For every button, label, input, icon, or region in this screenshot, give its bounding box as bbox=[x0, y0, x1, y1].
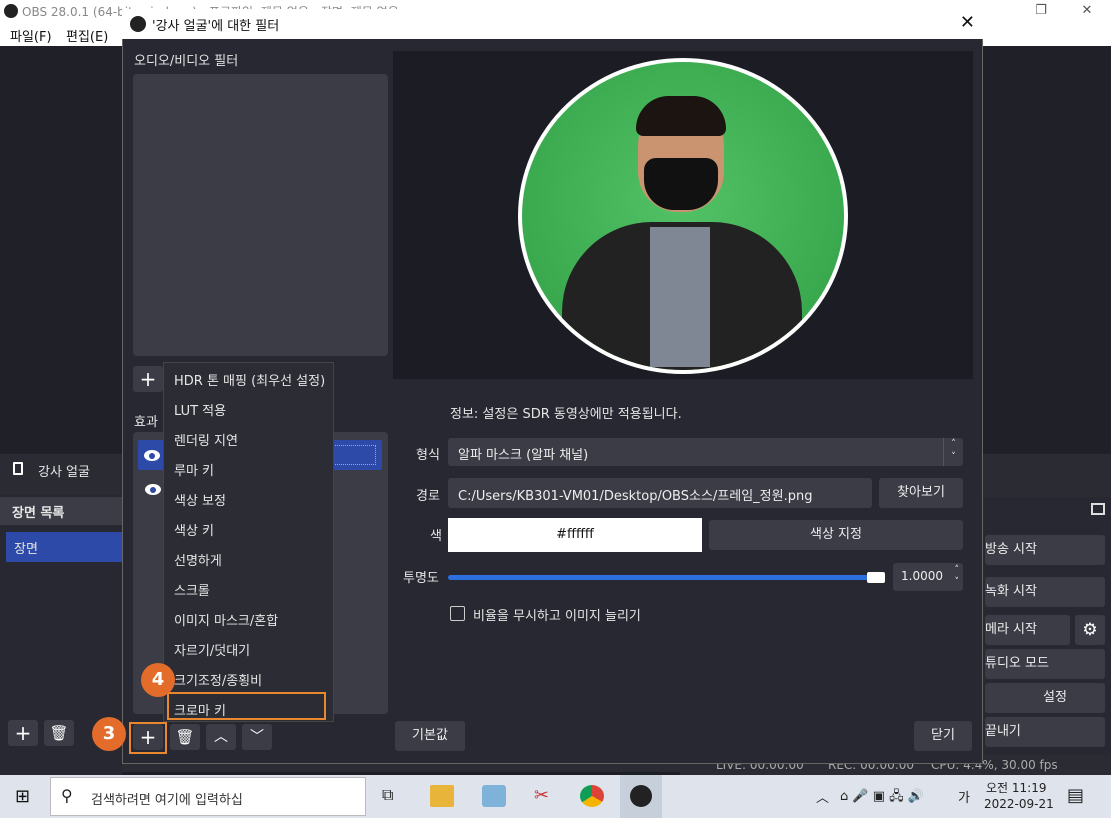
studio-mode-button[interactable]: 튜디오 모드 bbox=[985, 649, 1105, 679]
close-icon[interactable]: ✕ bbox=[1064, 0, 1110, 22]
browse-button[interactable]: 찾아보기 bbox=[879, 478, 963, 508]
notification-icon[interactable]: ▤ bbox=[1067, 785, 1084, 806]
chrome-icon[interactable] bbox=[580, 785, 604, 807]
start-stream-button[interactable]: 방송 시작 bbox=[985, 535, 1105, 565]
opacity-slider-handle[interactable] bbox=[867, 572, 885, 583]
menu-item[interactable]: 색상 키 bbox=[174, 520, 214, 539]
file-icon bbox=[13, 462, 23, 475]
add-filter-menu: HDR 톤 매핑 (최우선 설정) LUT 적용 렌더링 지연 루마 키 색상 … bbox=[163, 362, 334, 722]
step-badge: 4 bbox=[141, 663, 175, 697]
menu-item[interactable]: 루마 키 bbox=[174, 460, 214, 479]
av-filter-list[interactable] bbox=[133, 74, 388, 356]
format-select[interactable]: 알파 마스크 (알파 채널) ˄ ˅ bbox=[448, 438, 963, 466]
start-record-button[interactable]: 녹화 시작 bbox=[985, 577, 1105, 607]
format-label: 형식 bbox=[416, 448, 440, 463]
menu-item[interactable]: 렌더링 지연 bbox=[174, 430, 238, 449]
stretch-checkbox[interactable] bbox=[450, 606, 465, 621]
search-icon: ⚲ bbox=[61, 786, 73, 805]
highlight-box bbox=[129, 722, 167, 754]
menu-item[interactable]: LUT 적용 bbox=[174, 400, 226, 419]
menu-item[interactable]: HDR 톤 매핑 (최우선 설정) bbox=[174, 370, 325, 389]
close-icon[interactable]: ✕ bbox=[960, 12, 975, 33]
highlight-box bbox=[167, 692, 326, 720]
restore-icon[interactable]: ❐ bbox=[1018, 0, 1064, 22]
move-up-button[interactable]: ︿ bbox=[206, 724, 236, 750]
move-down-button[interactable]: ﹀ bbox=[242, 724, 272, 750]
dialog-titlebar: '강사 얼굴'에 대한 필터 ✕ bbox=[122, 9, 983, 39]
opacity-slider[interactable] bbox=[448, 575, 878, 580]
snipping-tool-icon[interactable]: ✂ bbox=[534, 785, 558, 807]
taskbar-search[interactable]: ⚲ 검색하려면 여기에 입력하십 bbox=[50, 777, 366, 816]
obs-icon bbox=[630, 785, 652, 807]
stretch-checkbox-label: 비율을 무시하고 이미지 늘리기 bbox=[473, 609, 641, 624]
person-mask bbox=[644, 158, 718, 210]
opacity-spinbox[interactable]: 1.0000 ˄ ˅ bbox=[893, 563, 963, 591]
clock-time[interactable]: 오전 11:19 bbox=[986, 779, 1046, 796]
obs-taskbar-active[interactable] bbox=[620, 775, 662, 818]
dialog-title: '강사 얼굴'에 대한 필터 bbox=[152, 19, 280, 34]
info-text: 정보: 설정은 SDR 동영상에만 적용됩니다. bbox=[450, 407, 682, 422]
windows-taskbar: ⊞ ⚲ 검색하려면 여기에 입력하십 ⧉ ✂ ︿ ⌂ 🎤 ▣ 🖧 🔊 가 오전 … bbox=[0, 775, 1111, 818]
delete-scene-button[interactable]: 🗑 bbox=[44, 720, 74, 746]
eye-icon[interactable] bbox=[145, 484, 161, 495]
tray-icons[interactable]: ⌂ 🎤 ▣ 🖧 🔊 bbox=[840, 787, 924, 809]
color-pick-button[interactable]: 색상 지정 bbox=[709, 520, 963, 550]
person-hair bbox=[636, 96, 726, 136]
eye-icon[interactable] bbox=[144, 450, 160, 461]
color-label: 색 bbox=[430, 529, 442, 544]
defaults-button[interactable]: 기본값 bbox=[395, 721, 465, 751]
scene-list-header: 장면 목록 bbox=[0, 497, 122, 525]
chevron-updown-icon: ˄ ˅ bbox=[954, 565, 960, 587]
av-filter-label: 오디오/비디오 필터 bbox=[134, 54, 239, 69]
menu-file[interactable]: 파일(F) bbox=[10, 26, 52, 45]
menu-edit[interactable]: 편집(E) bbox=[66, 26, 108, 45]
menu-item[interactable]: 선명하게 bbox=[174, 550, 222, 569]
add-av-filter-button[interactable]: + bbox=[133, 366, 163, 392]
step-badge: 3 bbox=[92, 717, 126, 751]
ime-indicator[interactable]: 가 bbox=[958, 787, 970, 806]
rename-edit-box[interactable] bbox=[328, 445, 376, 465]
source-row[interactable]: 강사 얼굴 bbox=[0, 455, 122, 485]
source-name: 강사 얼굴 bbox=[38, 465, 90, 480]
chevron-updown-icon: ˄ ˅ bbox=[943, 438, 963, 466]
exit-button[interactable]: 끝내기 bbox=[985, 717, 1105, 747]
opacity-label: 투명도 bbox=[403, 571, 439, 586]
menu-item[interactable]: 크기조정/종횡비 bbox=[174, 670, 262, 689]
chevron-up-icon[interactable]: ︿ bbox=[816, 787, 829, 806]
menu-item[interactable]: 자르기/덧대기 bbox=[174, 640, 250, 659]
menu-item[interactable]: 색상 보정 bbox=[174, 490, 226, 509]
scene-item-label: 장면 bbox=[14, 542, 38, 557]
effects-label: 효과 bbox=[134, 415, 158, 430]
close-button[interactable]: 닫기 bbox=[914, 721, 972, 751]
color-swatch: #ffffff bbox=[448, 518, 702, 552]
path-input[interactable]: C:/Users/KB301-VM01/Desktop/OBS소스/프레임_정원… bbox=[448, 478, 872, 508]
scene-list-title: 장면 목록 bbox=[12, 506, 65, 521]
person-shirt bbox=[650, 227, 710, 367]
add-scene-button[interactable]: + bbox=[8, 720, 38, 746]
clock-date[interactable]: 2022-09-21 bbox=[984, 797, 1054, 811]
path-label: 경로 bbox=[416, 489, 440, 504]
dock-undock-icon[interactable] bbox=[1091, 503, 1105, 515]
windows-start-icon[interactable]: ⊞ bbox=[15, 787, 35, 807]
menu-item[interactable]: 스크롤 bbox=[174, 580, 210, 599]
menu-item[interactable]: 이미지 마스크/혼합 bbox=[174, 610, 278, 629]
obs-logo-icon bbox=[4, 4, 18, 18]
gear-icon[interactable]: ⚙ bbox=[1075, 615, 1105, 645]
scene-list-item[interactable]: 장면 bbox=[6, 532, 122, 562]
task-view-icon[interactable]: ⧉ bbox=[382, 785, 406, 807]
delete-filter-button[interactable]: 🗑 bbox=[170, 724, 200, 750]
app-icon[interactable] bbox=[482, 785, 506, 807]
folder-icon[interactable] bbox=[430, 785, 454, 807]
preview-image bbox=[518, 58, 848, 374]
virtual-camera-button[interactable]: 메라 시작 bbox=[985, 615, 1070, 645]
obs-logo-icon bbox=[130, 16, 146, 32]
settings-button[interactable]: 설정 bbox=[985, 683, 1105, 713]
